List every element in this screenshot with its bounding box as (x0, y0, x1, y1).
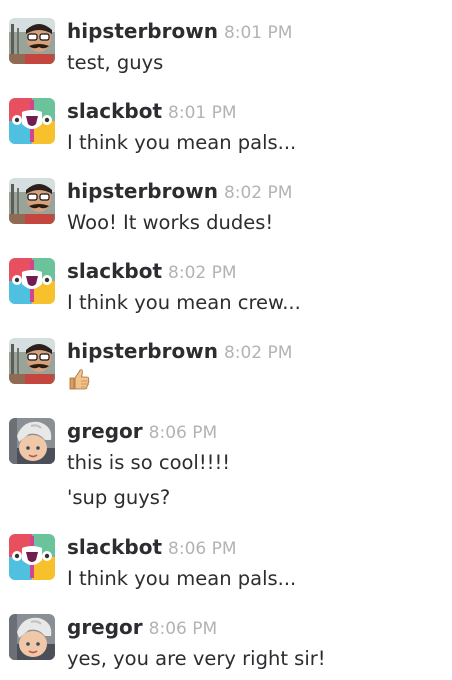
message-text: this is so cool!!!! (67, 451, 231, 474)
message-text: 'sup guys? (67, 486, 171, 509)
timestamp[interactable]: 8:01 PM (224, 23, 293, 43)
timestamp[interactable]: 8:01 PM (168, 103, 237, 123)
thumbs-up-icon (67, 368, 91, 396)
message: hipsterbrown 8:01 PM test, guys (0, 18, 452, 78)
message-header: gregor 8:06 PM (67, 418, 217, 444)
hipster-avatar[interactable] (9, 338, 55, 384)
hipster-avatar[interactable] (9, 18, 55, 64)
message-header: slackbot 8:06 PM (67, 534, 237, 560)
message-text: I think you mean crew... (67, 291, 301, 314)
hipster-avatar[interactable] (9, 178, 55, 224)
gregor-avatar[interactable] (9, 418, 55, 464)
message-text: I think you mean pals... (67, 567, 297, 590)
slackbot-avatar[interactable] (9, 98, 55, 144)
message: slackbot 8:01 PM I think you mean pals... (0, 98, 452, 158)
message: gregor 8:06 PM yes, you are very right si… (0, 614, 452, 674)
timestamp[interactable]: 8:02 PM (224, 183, 293, 203)
author-name[interactable]: gregor (67, 615, 143, 639)
timestamp[interactable]: 8:06 PM (149, 619, 218, 639)
author-name[interactable]: slackbot (67, 259, 162, 283)
message-header: hipsterbrown 8:02 PM (67, 178, 292, 204)
message-feed: hipsterbrown 8:01 PM test, guys slackbot 8… (0, 0, 452, 680)
message-text: Woo! It works dudes! (67, 211, 274, 234)
message-header: slackbot 8:02 PM (67, 258, 237, 284)
message: gregor 8:06 PM this is so cool!!!! 'sup g… (0, 418, 452, 518)
message: hipsterbrown 8:02 PM (0, 338, 452, 398)
author-name[interactable]: hipsterbrown (67, 19, 218, 43)
message: slackbot 8:06 PM I think you mean pals... (0, 534, 452, 594)
timestamp[interactable]: 8:06 PM (149, 423, 218, 443)
message-header: slackbot 8:01 PM (67, 98, 237, 124)
author-name[interactable]: hipsterbrown (67, 179, 218, 203)
author-name[interactable]: hipsterbrown (67, 339, 218, 363)
message-header: hipsterbrown 8:02 PM (67, 338, 292, 364)
gregor-avatar[interactable] (9, 614, 55, 660)
message-text: test, guys (67, 51, 164, 74)
message: hipsterbrown 8:02 PM Woo! It works dudes! (0, 178, 452, 238)
author-name[interactable]: slackbot (67, 535, 162, 559)
message-text: I think you mean pals... (67, 131, 297, 154)
timestamp[interactable]: 8:06 PM (168, 539, 237, 559)
message-header: gregor 8:06 PM (67, 614, 217, 640)
slackbot-avatar[interactable] (9, 258, 55, 304)
message-header: hipsterbrown 8:01 PM (67, 18, 292, 44)
author-name[interactable]: slackbot (67, 99, 162, 123)
slackbot-avatar[interactable] (9, 534, 55, 580)
author-name[interactable]: gregor (67, 419, 143, 443)
timestamp[interactable]: 8:02 PM (224, 343, 293, 363)
message-text: yes, you are very right sir! (67, 647, 326, 670)
message: slackbot 8:02 PM I think you mean crew... (0, 258, 452, 318)
timestamp[interactable]: 8:02 PM (168, 263, 237, 283)
